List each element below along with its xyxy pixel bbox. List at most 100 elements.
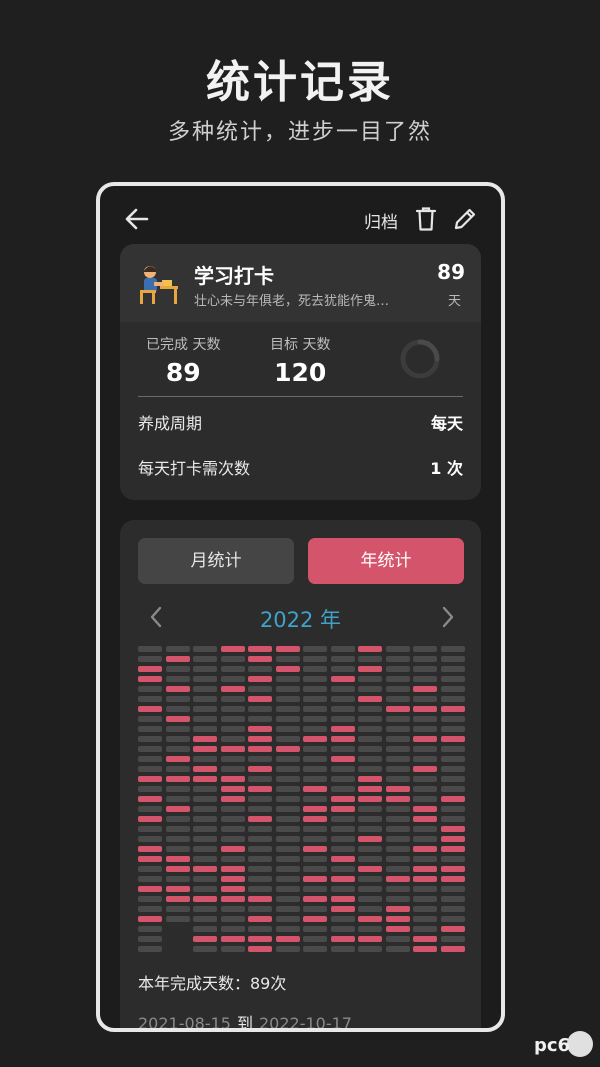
day-cell (413, 826, 437, 832)
day-cell (248, 816, 272, 822)
day-cell (193, 916, 217, 922)
day-cell (165, 656, 190, 662)
day-cell (220, 866, 245, 872)
day-cell (165, 756, 190, 762)
day-cell (303, 876, 327, 882)
day-cell (220, 836, 245, 842)
day-cell (193, 776, 217, 782)
day-cell (330, 726, 355, 732)
day-cell (303, 736, 327, 742)
day-cell (165, 876, 190, 882)
day-cell (330, 906, 355, 912)
day-cell (165, 696, 190, 702)
day-cell (220, 826, 245, 832)
day-cell (220, 816, 245, 822)
day-cell (138, 746, 162, 752)
day-cell (165, 826, 190, 832)
day-cell (220, 946, 245, 952)
day-cell (385, 666, 410, 672)
day-cell (165, 846, 190, 852)
day-cell (165, 776, 190, 782)
top-bar: 归档 (100, 186, 501, 250)
day-cell (385, 916, 410, 922)
day-cell (248, 776, 272, 782)
day-cell (330, 706, 355, 712)
range-end: 2022-10-17 (259, 1014, 352, 1032)
day-cell (303, 716, 327, 722)
day-cell (193, 816, 217, 822)
day-cell (440, 936, 465, 942)
day-cell (358, 696, 382, 702)
day-cell (440, 726, 465, 732)
day-cell (303, 646, 327, 652)
day-cell (193, 746, 217, 752)
habit-name: 学习打卡 (194, 264, 274, 288)
day-cell (303, 666, 327, 672)
day-cell (413, 706, 437, 712)
day-cell (385, 686, 410, 692)
day-cell (193, 796, 217, 802)
day-cell (193, 856, 217, 862)
day-cell (303, 866, 327, 872)
next-year-button[interactable] (438, 604, 458, 630)
day-cell (413, 746, 437, 752)
habit-card[interactable]: 学习打卡 壮心未与年俱老，死去犹能作鬼… 89 天 已完成 天数 89 目标 天… (120, 244, 481, 500)
day-cell (330, 836, 355, 842)
day-cell (440, 716, 465, 722)
day-cell (248, 786, 272, 792)
day-cell (248, 666, 272, 672)
day-cell (358, 846, 382, 852)
day-cell (275, 736, 300, 742)
day-cell (138, 866, 162, 872)
pc6-watermark-logo: pc6 (534, 1031, 593, 1057)
target-days-stat: 目标 天数 120 (270, 334, 330, 387)
day-cell (138, 906, 162, 912)
day-cell (193, 756, 217, 762)
day-cell (303, 946, 327, 952)
day-cell (193, 846, 217, 852)
day-cell (138, 946, 162, 952)
delete-button[interactable] (414, 206, 438, 232)
day-cell (330, 746, 355, 752)
tab-year-stats[interactable]: 年统计 (308, 538, 464, 584)
back-button[interactable] (122, 204, 152, 234)
day-cell (358, 726, 382, 732)
day-cell (275, 786, 300, 792)
day-cell (385, 736, 410, 742)
day-cell (440, 846, 465, 852)
day-cell (358, 866, 382, 872)
day-cell (138, 646, 162, 652)
day-cell (248, 916, 272, 922)
day-cell (303, 816, 327, 822)
archive-button[interactable]: 归档 (364, 208, 398, 233)
day-cell (275, 816, 300, 822)
day-cell (413, 686, 437, 692)
day-cell (165, 676, 190, 682)
day-cell (358, 706, 382, 712)
day-cell (248, 646, 272, 652)
day-cell (330, 896, 355, 902)
day-cell (193, 936, 217, 942)
day-cell (440, 926, 465, 932)
promo-subtitle: 多种统计，进步一目了然 (167, 120, 432, 145)
day-cell (413, 646, 437, 652)
day-cell (358, 796, 382, 802)
day-cell (220, 896, 245, 902)
day-cell (138, 716, 162, 722)
day-cell (220, 746, 245, 752)
day-cell (138, 726, 162, 732)
day-cell (385, 876, 410, 882)
year-completed-summary: 本年完成天数：89次 (138, 974, 287, 993)
day-cell (330, 946, 355, 952)
day-cell (220, 886, 245, 892)
day-cell (275, 726, 300, 732)
progress-ring-icon (400, 339, 440, 379)
day-cell (413, 946, 437, 952)
day-cell (193, 696, 217, 702)
tab-month-stats[interactable]: 月统计 (138, 538, 294, 584)
edit-button[interactable] (452, 206, 478, 232)
day-cell (248, 706, 272, 712)
day-cell (275, 846, 300, 852)
day-cell (358, 926, 382, 932)
day-cell (358, 946, 382, 952)
